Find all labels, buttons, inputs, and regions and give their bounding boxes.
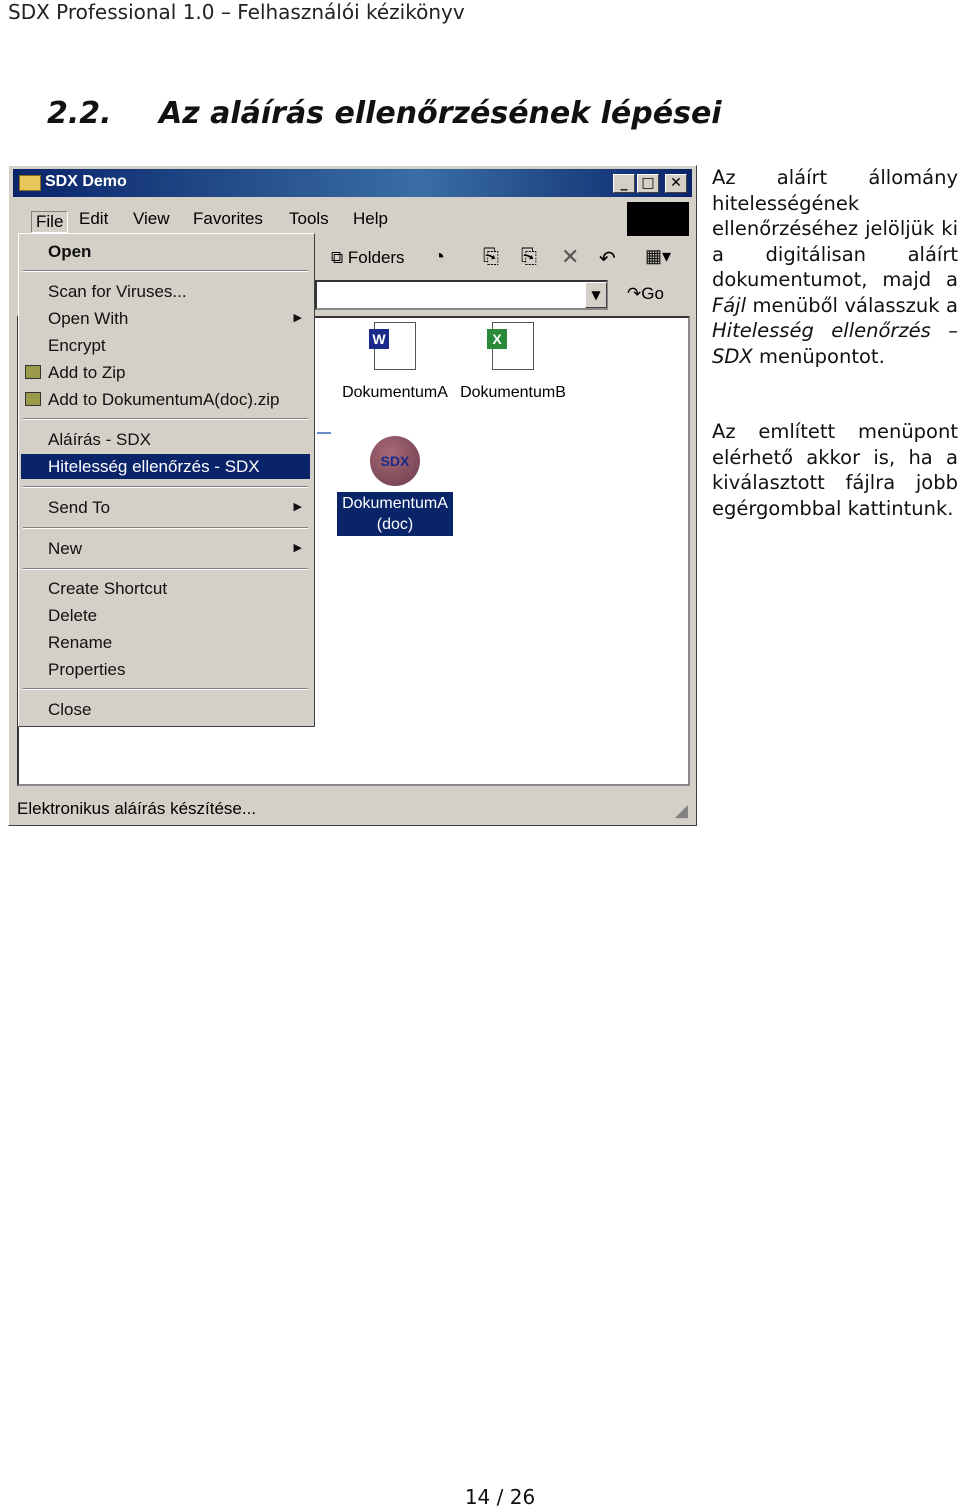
menu-tools[interactable]: Tools (289, 209, 329, 229)
section-number: 2.2. (47, 96, 112, 131)
minimize-button[interactable]: _ (613, 174, 635, 193)
delete-icon[interactable]: ✕ (561, 244, 579, 270)
folders-button[interactable]: ⧉ Folders (331, 248, 405, 268)
go-label: Go (641, 284, 664, 303)
windows-logo-icon (627, 202, 689, 236)
menu-edit[interactable]: Edit (79, 209, 108, 229)
menu-item-scan-for-viruses[interactable]: Scan for Viruses... (21, 279, 310, 304)
menu-item-new[interactable]: New ▶ (21, 536, 310, 561)
section-heading: 2.2. Az aláírás ellenőrzésének lépései (47, 96, 722, 131)
menu-item-open-with[interactable]: Open With ▶ (21, 306, 310, 331)
undo-icon[interactable]: ↶ (599, 246, 616, 271)
menu-bar: File Edit View Favorites Tools Help (17, 201, 627, 234)
menu-item-label: Add to DokumentumA(doc).zip (48, 390, 280, 409)
move-to-icon[interactable]: ⎘ (483, 246, 499, 269)
menu-separator (23, 527, 308, 529)
menu-item-properties[interactable]: Properties (21, 657, 310, 682)
divider-line (317, 432, 331, 434)
file-item[interactable]: X DokumentumB (455, 322, 571, 402)
history-icon[interactable]: ◔ (433, 246, 445, 269)
file-menu-dropdown: Open Scan for Viruses... Open With ▶ Encr… (18, 233, 315, 727)
window-title: SDX Demo (45, 173, 127, 190)
paragraph-2: Az említett menüpont elérhető akkor is, … (712, 420, 958, 520)
file-item[interactable]: W DokumentumA (337, 322, 453, 402)
page-number: 14 / 26 (464, 1485, 536, 1509)
folders-label: Folders (347, 248, 405, 267)
running-header: SDX Professional 1.0 – Felhasználói kézi… (8, 0, 465, 24)
status-bar: Elektronikus aláírás készítése... ◢ (13, 793, 692, 823)
address-input[interactable] (315, 280, 608, 310)
selected-file-label: DokumentumA (doc) (337, 492, 453, 536)
menu-separator (23, 418, 308, 420)
address-dropdown-button[interactable]: ▼ (585, 282, 607, 308)
file-name: DokumentumA (342, 384, 448, 401)
menu-item-close[interactable]: Close (21, 697, 310, 722)
menu-separator (23, 568, 308, 570)
go-arrow-icon: ↷ (627, 284, 642, 303)
file-name-ext: (doc) (376, 516, 414, 533)
menu-help[interactable]: Help (353, 209, 388, 229)
menu-view[interactable]: View (133, 209, 170, 229)
menu-separator (23, 688, 308, 690)
menu-item-rename[interactable]: Rename (21, 630, 310, 655)
menu-item-label: New (48, 539, 83, 558)
menu-item-label: Add to Zip (48, 363, 126, 382)
emphasis-menu-name: Fájl (712, 293, 747, 317)
menu-separator (23, 270, 308, 272)
menu-item-label: Send To (48, 498, 111, 517)
maximize-button[interactable]: □ (637, 174, 659, 193)
menu-item-add-to-zip[interactable]: Add to Zip (21, 360, 310, 385)
menu-file[interactable]: File (31, 211, 69, 233)
resize-grip-icon[interactable]: ◢ (675, 801, 688, 821)
sdx-icon: SDX (370, 436, 420, 486)
menu-favorites[interactable]: Favorites (193, 209, 263, 229)
menu-item-create-shortcut[interactable]: Create Shortcut (21, 576, 310, 601)
menu-separator (23, 486, 308, 488)
menu-item-add-to-named-zip[interactable]: Add to DokumentumA(doc).zip (21, 387, 310, 412)
menu-item-label: Open With (48, 309, 129, 328)
section-title: Az aláírás ellenőrzésének lépései (159, 96, 722, 131)
close-button[interactable]: ✕ (665, 174, 687, 193)
views-icon[interactable]: ▦▾ (645, 246, 671, 267)
copy-to-icon[interactable]: ⎘ (521, 246, 537, 269)
folders-icon: ⧉ (331, 248, 344, 267)
menu-item-verify-sdx[interactable]: Hitelesség ellenőrzés - SDX (21, 454, 310, 479)
file-item-selected[interactable]: SDX DokumentumA (doc) (337, 436, 453, 536)
zip-icon (25, 392, 41, 406)
menu-item-delete[interactable]: Delete (21, 603, 310, 628)
paragraph-1: Az aláírt állomány hitelességének ellenő… (712, 165, 958, 369)
menu-item-open[interactable]: Open (21, 239, 310, 264)
text: menüpontot. (752, 344, 885, 368)
word-document-icon: W (369, 322, 416, 370)
file-name: DokumentumB (460, 384, 566, 401)
status-text: Elektronikus aláírás készítése... (17, 799, 257, 818)
excel-document-icon: X (487, 322, 534, 370)
document-page: SDX Professional 1.0 – Felhasználói kézi… (0, 0, 960, 1510)
submenu-arrow-icon: ▶ (293, 501, 302, 513)
submenu-arrow-icon: ▶ (293, 312, 302, 324)
go-button[interactable]: ↷Go (627, 284, 664, 304)
zip-icon (25, 365, 41, 379)
title-bar: SDX Demo _ □ ✕ (13, 169, 692, 197)
toolbar: ⧉ Folders ◔ ⎘ ⎘ ✕ ↶ ▦▾ (315, 240, 690, 276)
text: Az aláírt állomány hitelességének ellenő… (712, 166, 958, 291)
submenu-arrow-icon: ▶ (293, 542, 302, 554)
folder-icon (19, 175, 41, 191)
text: menüből válasszuk a (746, 293, 958, 317)
menu-item-send-to[interactable]: Send To ▶ (21, 495, 310, 520)
menu-item-encrypt[interactable]: Encrypt (21, 333, 310, 358)
file-name: DokumentumA (342, 495, 448, 512)
menu-item-sign-sdx[interactable]: Aláírás - SDX (21, 427, 310, 452)
